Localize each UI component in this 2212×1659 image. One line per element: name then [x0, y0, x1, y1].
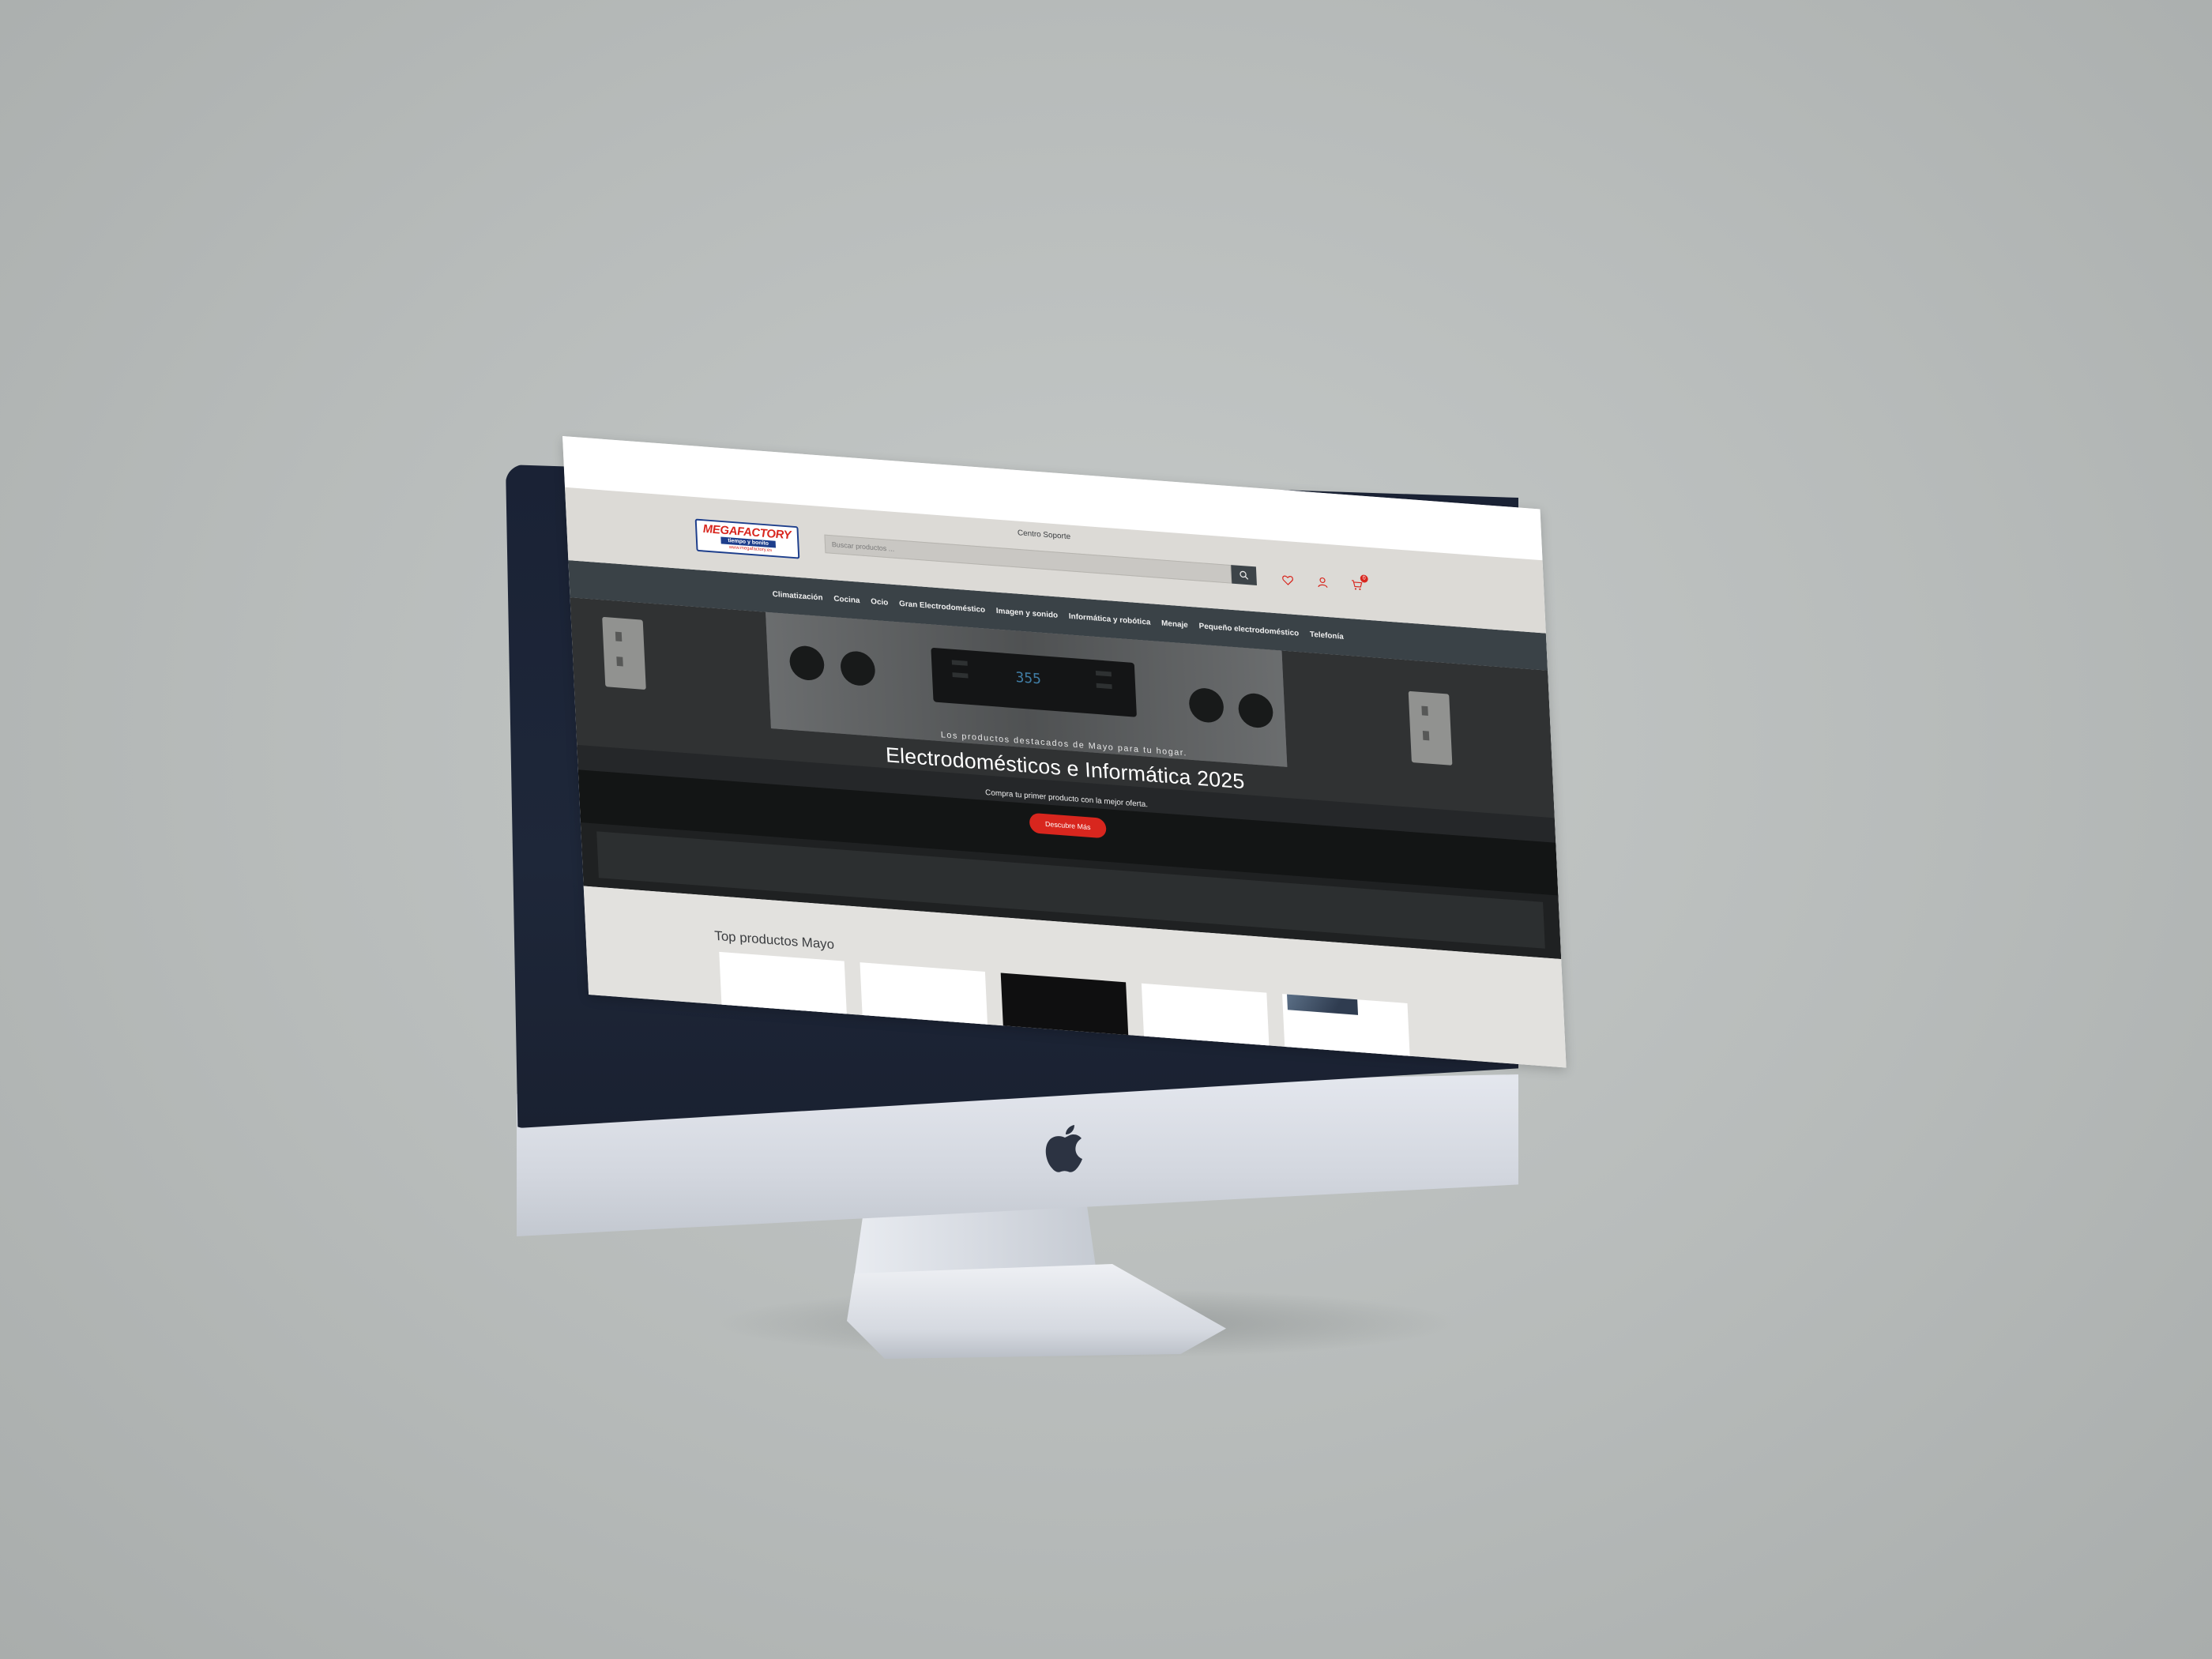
nav-item-telefonia[interactable]: Telefonía: [1310, 630, 1344, 641]
nav-item-pequeno-electrodomestico[interactable]: Pequeño electrodoméstico: [1198, 622, 1299, 638]
nav-item-climatizacion[interactable]: Climatización: [772, 590, 822, 603]
top-products-title: Top productos Mayo: [713, 928, 835, 953]
nav-item-gran-electrodomestico[interactable]: Gran Electrodoméstico: [899, 600, 985, 615]
user-icon: [1317, 577, 1327, 588]
website-screen: MEGAFACTORY tiempo y bonito www.megafact…: [562, 436, 1567, 1068]
mockup-scene: MEGAFACTORY tiempo y bonito www.megafact…: [0, 0, 2212, 1659]
nav-item-menaje[interactable]: Menaje: [1161, 619, 1188, 629]
search-icon: [1240, 570, 1249, 580]
nav-item-ocio[interactable]: Ocio: [871, 597, 889, 607]
search-box: [824, 534, 1232, 584]
nav-item-informatica-robotica[interactable]: Informática y robótica: [1069, 612, 1151, 627]
wishlist-button[interactable]: [1280, 572, 1296, 589]
search-input[interactable]: [825, 535, 1209, 581]
nav-item-imagen-sonido[interactable]: Imagen y sonido: [996, 607, 1059, 620]
apple-logo-icon: [1045, 1125, 1082, 1172]
monitor-stand-base: [847, 1264, 1226, 1359]
search-button[interactable]: [1231, 565, 1257, 585]
cart-count-badge: 0: [1360, 574, 1368, 583]
support-link[interactable]: Centro Soporte: [1018, 529, 1071, 541]
header-icons: 0: [1280, 572, 1368, 594]
cart-button[interactable]: 0: [1349, 574, 1368, 593]
account-button[interactable]: [1314, 574, 1330, 591]
nav-item-cocina[interactable]: Cocina: [833, 594, 860, 604]
megafactory-logo[interactable]: MEGAFACTORY tiempo y bonito www.megafact…: [694, 518, 800, 559]
heart-icon: [1282, 575, 1293, 585]
